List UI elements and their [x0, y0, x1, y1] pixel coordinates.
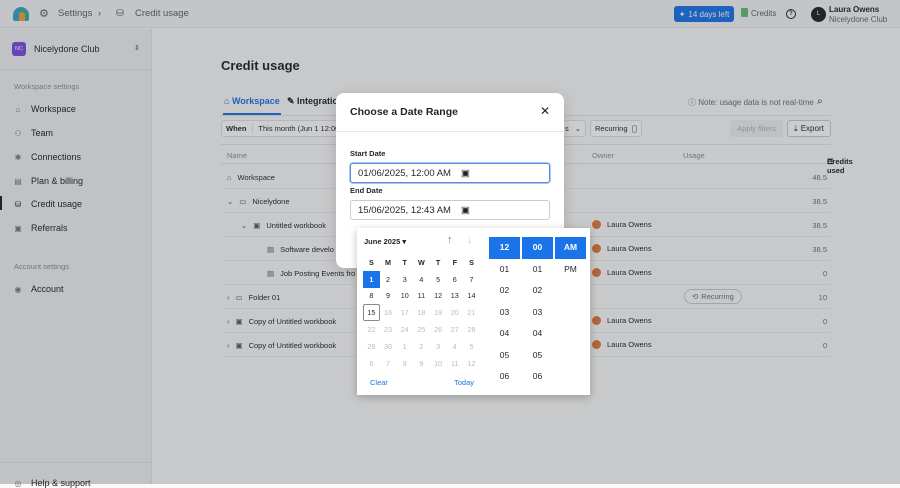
minute-option[interactable]: 03 — [522, 302, 553, 324]
minute-option[interactable]: 04 — [522, 323, 553, 345]
calendar-day[interactable]: 28 — [463, 321, 480, 338]
calendar-day[interactable]: 3 — [430, 338, 447, 355]
minute-column[interactable]: 00 01 02 03 04 05 06 — [522, 237, 553, 388]
calendar-day[interactable]: 26 — [430, 321, 447, 338]
calendar-day[interactable]: 21 — [463, 304, 480, 321]
calendar-day[interactable]: 30 — [380, 338, 397, 355]
calendar-day[interactable]: 11 — [413, 288, 430, 305]
calendar-day[interactable]: 29 — [363, 338, 380, 355]
hour-column[interactable]: 12 01 02 03 04 05 06 — [489, 237, 520, 388]
calendar-day[interactable]: 6 — [363, 355, 380, 372]
calendar-day[interactable]: 20 — [446, 304, 463, 321]
month-select[interactable]: June 2025 ▾ — [364, 237, 406, 246]
hour-option[interactable]: 01 — [489, 259, 520, 281]
calendar-day[interactable]: 3 — [396, 271, 413, 288]
hour-option[interactable]: 05 — [489, 345, 520, 367]
calendar-day[interactable]: 10 — [430, 355, 447, 372]
arrow-down-icon[interactable]: ↓ — [467, 234, 473, 246]
calendar-day[interactable]: 23 — [380, 321, 397, 338]
hour-option[interactable]: 03 — [489, 302, 520, 324]
calendar-day[interactable]: 17 — [396, 304, 413, 321]
calendar-grid: S M T W T F S 1 2 3 4 5 6 7 8 9 10 11 12 13 14 15 16 17 18 19 20 21… — [363, 254, 480, 372]
minute-option[interactable]: 06 — [522, 366, 553, 388]
minute-option[interactable]: 05 — [522, 345, 553, 367]
calendar-day[interactable]: 6 — [446, 271, 463, 288]
weekday-header: S — [469, 257, 474, 267]
today-button[interactable]: Today — [454, 378, 474, 387]
calendar-day[interactable]: 16 — [380, 304, 397, 321]
calendar-day[interactable]: 1 — [396, 338, 413, 355]
start-date-value: 01/06/2025, 12:00 AM — [358, 167, 451, 179]
month-label: June 2025 — [364, 237, 401, 246]
hour-option[interactable]: 04 — [489, 323, 520, 345]
calendar-day[interactable]: 18 — [413, 304, 430, 321]
calendar-day[interactable]: 8 — [396, 355, 413, 372]
start-date-label: Start Date — [350, 149, 386, 158]
minute-option[interactable]: 00 — [522, 237, 553, 259]
hour-option[interactable]: 02 — [489, 280, 520, 302]
end-date-label: End Date — [350, 186, 383, 195]
calendar-day[interactable]: 2 — [380, 271, 397, 288]
calendar-day[interactable]: 12 — [430, 288, 447, 305]
calendar-day[interactable]: 5 — [463, 338, 480, 355]
calendar-day[interactable]: 2 — [413, 338, 430, 355]
calendar-icon[interactable]: ▣ — [461, 168, 470, 179]
start-date-input[interactable]: 01/06/2025, 12:00 AM ▣ — [350, 163, 550, 183]
calendar-day[interactable]: 11 — [446, 355, 463, 372]
calendar-day[interactable]: 19 — [430, 304, 447, 321]
ampm-option[interactable]: AM — [555, 237, 586, 259]
calendar-day[interactable]: 25 — [413, 321, 430, 338]
calendar-day[interactable]: 8 — [363, 288, 380, 305]
weekday-header: S — [368, 257, 374, 267]
hour-option[interactable]: 12 — [489, 237, 520, 259]
calendar-day[interactable]: 4 — [446, 338, 463, 355]
arrow-up-icon[interactable]: ↑ — [447, 234, 453, 246]
hour-option[interactable]: 06 — [489, 366, 520, 388]
end-date-input[interactable]: 15/06/2025, 12:43 AM ▣ — [350, 200, 550, 220]
calendar-day[interactable]: 15 — [363, 304, 380, 322]
calendar-day[interactable]: 4 — [413, 271, 430, 288]
close-icon[interactable]: ✕ — [540, 104, 550, 118]
divider — [336, 131, 564, 132]
weekday-header: T — [435, 257, 441, 267]
weekday-header: W — [418, 257, 425, 267]
weekday-header: T — [402, 257, 407, 267]
weekday-header: M — [385, 257, 392, 267]
calendar-day[interactable]: 5 — [430, 271, 447, 288]
calendar-day[interactable]: 27 — [446, 321, 463, 338]
calendar-day[interactable]: 12 — [463, 355, 480, 372]
calendar-day[interactable]: 7 — [380, 355, 397, 372]
calendar-day[interactable]: 7 — [463, 271, 480, 288]
calendar-icon[interactable]: ▣ — [461, 205, 470, 216]
dialog-title: Choose a Date Range — [350, 106, 458, 118]
calendar-day[interactable]: 9 — [413, 355, 430, 372]
calendar-day[interactable]: 9 — [380, 288, 397, 305]
ampm-option[interactable]: PM — [555, 259, 586, 281]
calendar-day[interactable]: 10 — [396, 288, 413, 305]
minute-option[interactable]: 02 — [522, 280, 553, 302]
datetime-picker: June 2025 ▾ ↑ ↓ S M T W T F S 1 2 3 4 5 6 7 8 9 10 11 12 13… — [357, 228, 590, 395]
caret-down-icon: ▾ — [402, 237, 407, 246]
calendar-day[interactable]: 13 — [446, 288, 463, 305]
calendar-day[interactable]: 22 — [363, 321, 380, 338]
ampm-column[interactable]: AM PM — [555, 237, 586, 280]
clear-button[interactable]: Clear — [370, 378, 388, 387]
calendar-day[interactable]: 1 — [363, 270, 380, 288]
calendar-day[interactable]: 14 — [463, 288, 480, 305]
end-date-value: 15/06/2025, 12:43 AM — [358, 204, 451, 216]
calendar-day[interactable]: 24 — [396, 321, 413, 338]
minute-option[interactable]: 01 — [522, 259, 553, 281]
weekday-header: F — [452, 257, 457, 267]
